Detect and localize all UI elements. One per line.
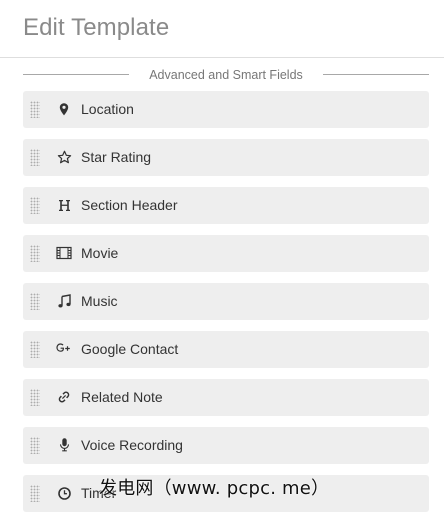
field-movie[interactable]: Movie bbox=[23, 235, 429, 272]
drag-handle-icon[interactable] bbox=[30, 389, 40, 406]
divider-line-right bbox=[323, 74, 429, 75]
google-plus-icon bbox=[56, 340, 72, 358]
drag-handle-icon[interactable] bbox=[30, 101, 40, 118]
drag-handle-icon[interactable] bbox=[30, 293, 40, 310]
section-divider: Advanced and Smart Fields bbox=[23, 64, 429, 86]
field-label-location: Location bbox=[81, 101, 134, 117]
heading-icon bbox=[56, 196, 72, 214]
field-label-music: Music bbox=[81, 293, 118, 309]
field-label-google-contact: Google Contact bbox=[81, 341, 179, 357]
field-location[interactable]: Location bbox=[23, 91, 429, 128]
location-pin-icon bbox=[56, 100, 72, 118]
drag-handle-icon[interactable] bbox=[30, 149, 40, 166]
field-google-contact[interactable]: Google Contact bbox=[23, 331, 429, 368]
page-header: Edit Template bbox=[0, 0, 444, 58]
field-section-header[interactable]: Section Header bbox=[23, 187, 429, 224]
field-label-voice-recording: Voice Recording bbox=[81, 437, 183, 453]
field-label-movie: Movie bbox=[81, 245, 119, 261]
drag-handle-icon[interactable] bbox=[30, 197, 40, 214]
field-related-note[interactable]: Related Note bbox=[23, 379, 429, 416]
drag-handle-icon[interactable] bbox=[30, 341, 40, 358]
field-music[interactable]: Music bbox=[23, 283, 429, 320]
watermark-text: 发电网（www. pcpc. me） bbox=[99, 478, 330, 499]
field-label-related-note: Related Note bbox=[81, 389, 163, 405]
film-icon bbox=[56, 244, 72, 262]
microphone-icon bbox=[56, 436, 72, 454]
section-title: Advanced and Smart Fields bbox=[149, 68, 303, 82]
drag-handle-icon[interactable] bbox=[30, 245, 40, 262]
field-voice-recording[interactable]: Voice Recording bbox=[23, 427, 429, 464]
field-list: Location Star Rating Section Header Movi… bbox=[23, 91, 429, 523]
field-label-section-header: Section Header bbox=[81, 197, 178, 213]
field-star-rating[interactable]: Star Rating bbox=[23, 139, 429, 176]
drag-handle-icon[interactable] bbox=[30, 437, 40, 454]
music-note-icon bbox=[56, 292, 72, 310]
drag-handle-icon[interactable] bbox=[30, 485, 40, 502]
link-icon bbox=[56, 388, 72, 406]
page-title: Edit Template bbox=[23, 14, 170, 41]
clock-icon bbox=[56, 484, 72, 502]
star-icon bbox=[56, 148, 72, 166]
field-label-star-rating: Star Rating bbox=[81, 149, 152, 165]
